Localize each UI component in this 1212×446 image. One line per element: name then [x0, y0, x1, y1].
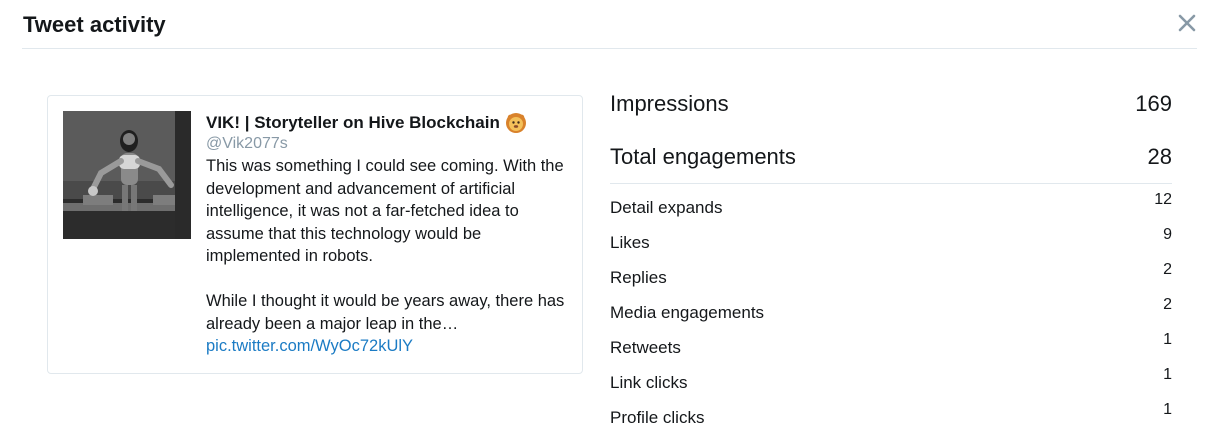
stat-label: Replies — [610, 268, 667, 287]
tweet-text: This was something I could see coming. W… — [206, 155, 571, 358]
stat-value: 2 — [1163, 296, 1172, 313]
stat-row-profile-clicks: Profile clicks 1 — [610, 394, 1172, 429]
lion-face-icon — [505, 112, 527, 134]
impressions-label: Impressions — [610, 91, 729, 116]
engagement-breakdown: Detail expands 12 Likes 9 Replies 2 Medi… — [610, 184, 1172, 429]
author-handle[interactable]: @Vik2077s — [206, 134, 571, 154]
stat-label: Media engagements — [610, 303, 765, 322]
tweet-media-link[interactable]: pic.twitter.com/WyOc72kUlY — [206, 335, 571, 358]
engagements-label: Total engagements — [610, 144, 796, 169]
stat-value: 9 — [1163, 226, 1172, 243]
tweet-paragraph-2: While I thought it would be years away, … — [206, 292, 565, 333]
author-row: VIK! | Storyteller on Hive Blockchain — [206, 112, 571, 134]
author-name[interactable]: VIK! | Storyteller on Hive Blockchain — [206, 113, 500, 133]
stat-row-detail-expands: Detail expands 12 — [610, 184, 1172, 219]
stat-row-media-engagements: Media engagements 2 — [610, 289, 1172, 324]
dialog-title: Tweet activity — [23, 12, 166, 37]
stat-label: Profile clicks — [610, 408, 705, 427]
stat-label: Link clicks — [610, 373, 688, 392]
tweet-media-thumbnail[interactable] — [63, 111, 191, 239]
tweet-paragraph-1: This was something I could see coming. W… — [206, 157, 564, 265]
stats-panel: Impressions 169 Total engagements 28 Det… — [610, 86, 1172, 429]
impressions-row: Impressions 169 — [610, 86, 1172, 139]
impressions-value: 169 — [1135, 91, 1172, 116]
stat-row-retweets: Retweets 1 — [610, 324, 1172, 359]
tweet-body: VIK! | Storyteller on Hive Blockchain @V… — [206, 112, 571, 358]
stat-label: Retweets — [610, 338, 681, 357]
tweet-card[interactable]: VIK! | Storyteller on Hive Blockchain @V… — [47, 95, 583, 374]
stat-value: 1 — [1163, 331, 1172, 348]
stat-row-replies: Replies 2 — [610, 254, 1172, 289]
stat-row-likes: Likes 9 — [610, 219, 1172, 254]
stat-label: Likes — [610, 233, 650, 252]
stat-row-link-clicks: Link clicks 1 — [610, 359, 1172, 394]
engagements-value: 28 — [1147, 144, 1172, 169]
close-icon[interactable] — [1176, 12, 1198, 34]
stat-value: 1 — [1163, 366, 1172, 383]
stat-value: 2 — [1163, 261, 1172, 278]
stat-value: 12 — [1154, 191, 1172, 208]
stat-label: Detail expands — [610, 198, 723, 217]
dialog-header: Tweet activity — [22, 0, 1197, 49]
stat-value: 1 — [1163, 401, 1172, 418]
